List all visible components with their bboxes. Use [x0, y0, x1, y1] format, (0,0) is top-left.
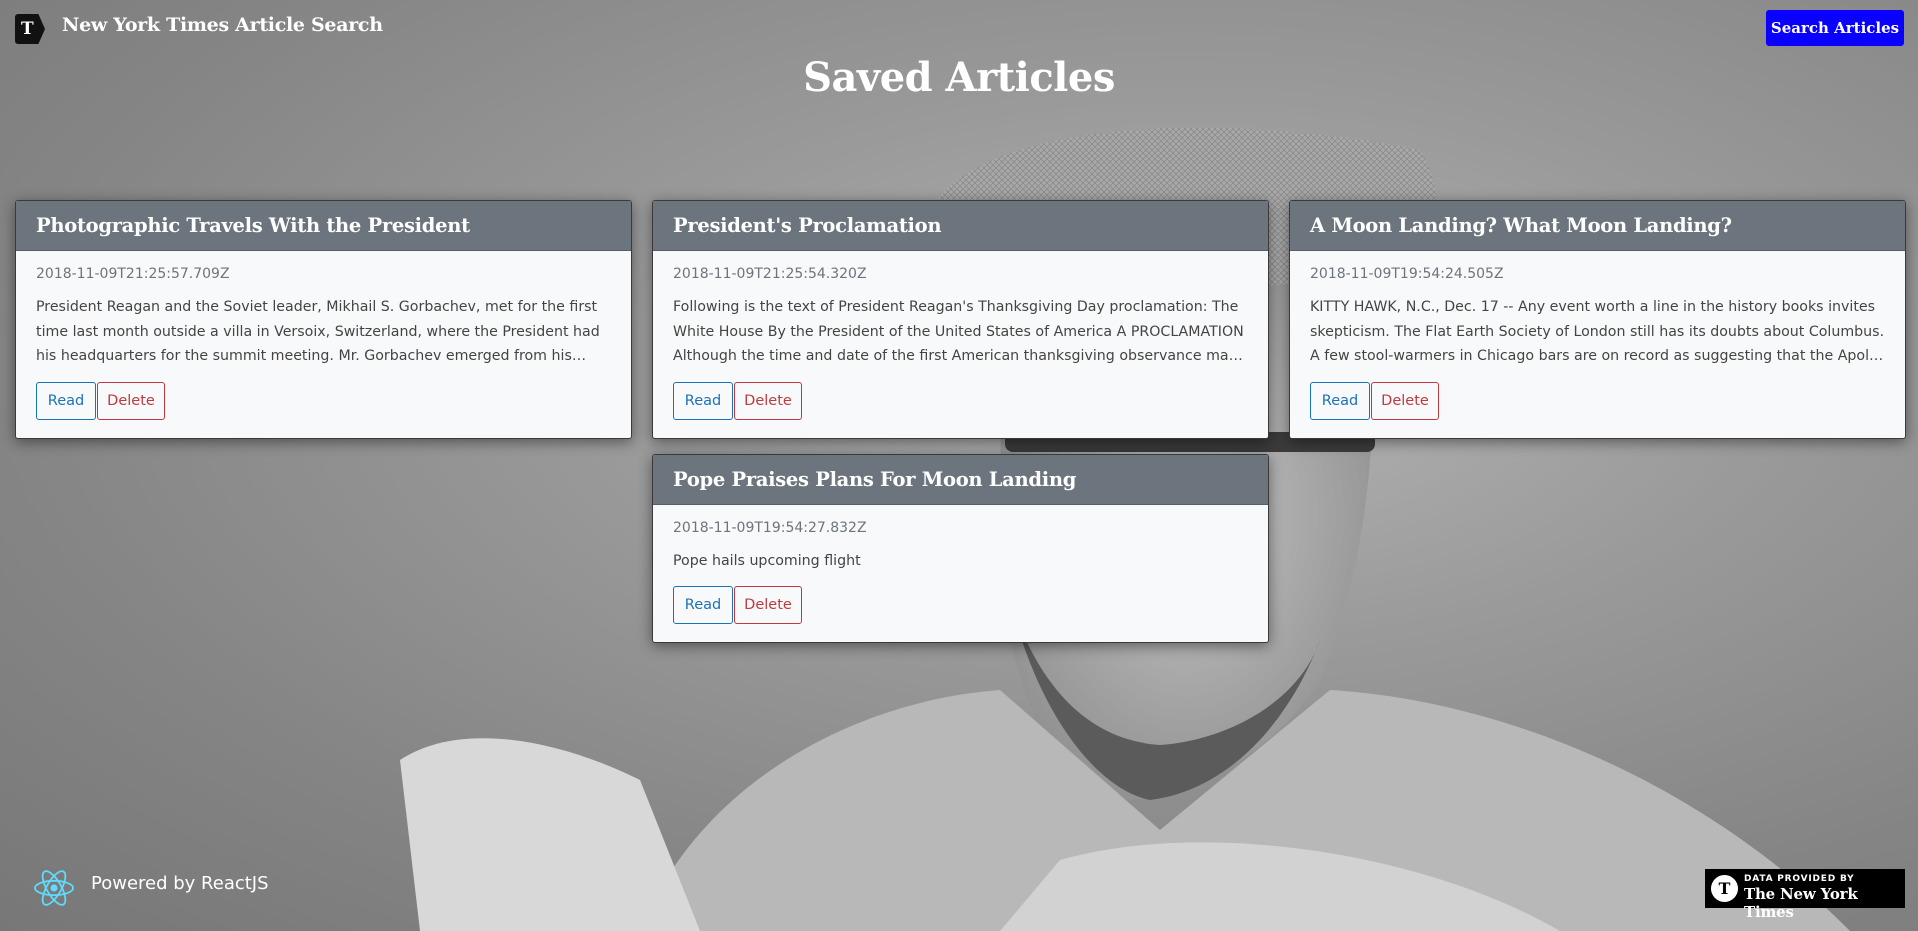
delete-button[interactable]: Delete [734, 586, 802, 624]
article-actions: Read Delete [673, 381, 1248, 420]
article-actions: Read Delete [36, 381, 611, 420]
powered-by-text[interactable]: Powered by ReactJS [91, 873, 269, 894]
page: T New York Times Article Search Search A… [0, 0, 1918, 931]
article-body: 2018-11-09T21:25:54.320Z Following is th… [653, 251, 1268, 438]
article-title: Photographic Travels With the President [16, 201, 631, 251]
react-logo-icon[interactable] [32, 866, 76, 910]
read-button[interactable]: Read [673, 381, 733, 420]
article-snippet: Pope hails upcoming flight [673, 553, 861, 569]
navbar: T New York Times Article Search Search A… [0, 0, 1918, 56]
delete-button[interactable]: Delete [734, 381, 802, 420]
article-card: Photographic Travels With the President … [15, 200, 632, 439]
badge-big-text: The New York Times [1744, 885, 1858, 921]
article-card: A Moon Landing? What Moon Landing? 2018-… [1289, 200, 1906, 439]
article-snippet: KITTY HAWK, N.C., Dec. 17 -- Any event w… [1310, 299, 1885, 364]
app-title[interactable]: New York Times Article Search [62, 14, 383, 36]
badge-small-text: DATA PROVIDED BY [1744, 874, 1855, 884]
article-date: 2018-11-09T19:54:27.832Z [673, 520, 867, 536]
nyt-attribution-badge[interactable]: T DATA PROVIDED BY The New York Times [1705, 869, 1905, 921]
article-body: 2018-11-09T21:25:57.709Z President Reaga… [16, 251, 631, 438]
article-date: 2018-11-09T19:54:24.505Z [1310, 266, 1504, 282]
read-button[interactable]: Read [36, 381, 96, 420]
article-date: 2018-11-09T21:25:54.320Z [673, 266, 867, 282]
delete-button[interactable]: Delete [1371, 381, 1439, 420]
article-snippet: President Reagan and the Soviet leader, … [36, 299, 600, 364]
article-body: 2018-11-09T19:54:27.832Z Pope hails upco… [653, 505, 1268, 642]
delete-button[interactable]: Delete [97, 381, 165, 420]
article-actions: Read Delete [673, 586, 1248, 624]
nyt-t-logo-icon: T [1711, 875, 1738, 902]
article-date: 2018-11-09T21:25:57.709Z [36, 266, 230, 282]
article-title: President's Proclamation [653, 201, 1268, 251]
page-title: Saved Articles [803, 54, 1115, 101]
nyt-t-logo-icon[interactable]: T [15, 14, 45, 44]
article-title: Pope Praises Plans For Moon Landing [653, 455, 1268, 505]
search-articles-button[interactable]: Search Articles [1766, 10, 1904, 46]
article-snippet: Following is the text of President Reaga… [673, 299, 1244, 364]
read-button[interactable]: Read [673, 586, 733, 624]
article-title: A Moon Landing? What Moon Landing? [1290, 201, 1905, 251]
article-card: President's Proclamation 2018-11-09T21:2… [652, 200, 1269, 439]
read-button[interactable]: Read [1310, 381, 1370, 420]
article-body: 2018-11-09T19:54:24.505Z KITTY HAWK, N.C… [1290, 251, 1905, 438]
article-card: Pope Praises Plans For Moon Landing 2018… [652, 454, 1269, 643]
article-actions: Read Delete [1310, 381, 1885, 420]
